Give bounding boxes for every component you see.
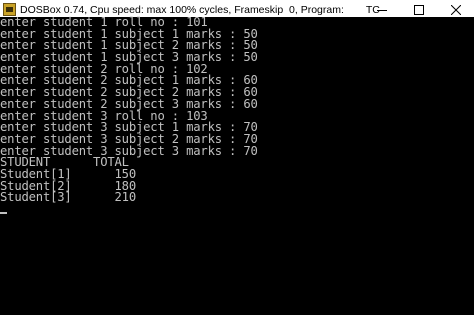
- dosbox-window: DOSBox 0.74, Cpu speed: max 100% cycles,…: [0, 0, 474, 315]
- minimize-icon: [376, 9, 387, 11]
- console-output[interactable]: enter student 1 roll no : 101 enter stud…: [0, 16, 474, 315]
- table-row-line: Student[3] 210: [0, 190, 136, 205]
- window-title: DOSBox 0.74, Cpu speed: max 100% cycles,…: [20, 3, 344, 16]
- close-icon: [450, 4, 461, 15]
- text-cursor: [0, 212, 7, 214]
- maximize-icon: [413, 4, 424, 15]
